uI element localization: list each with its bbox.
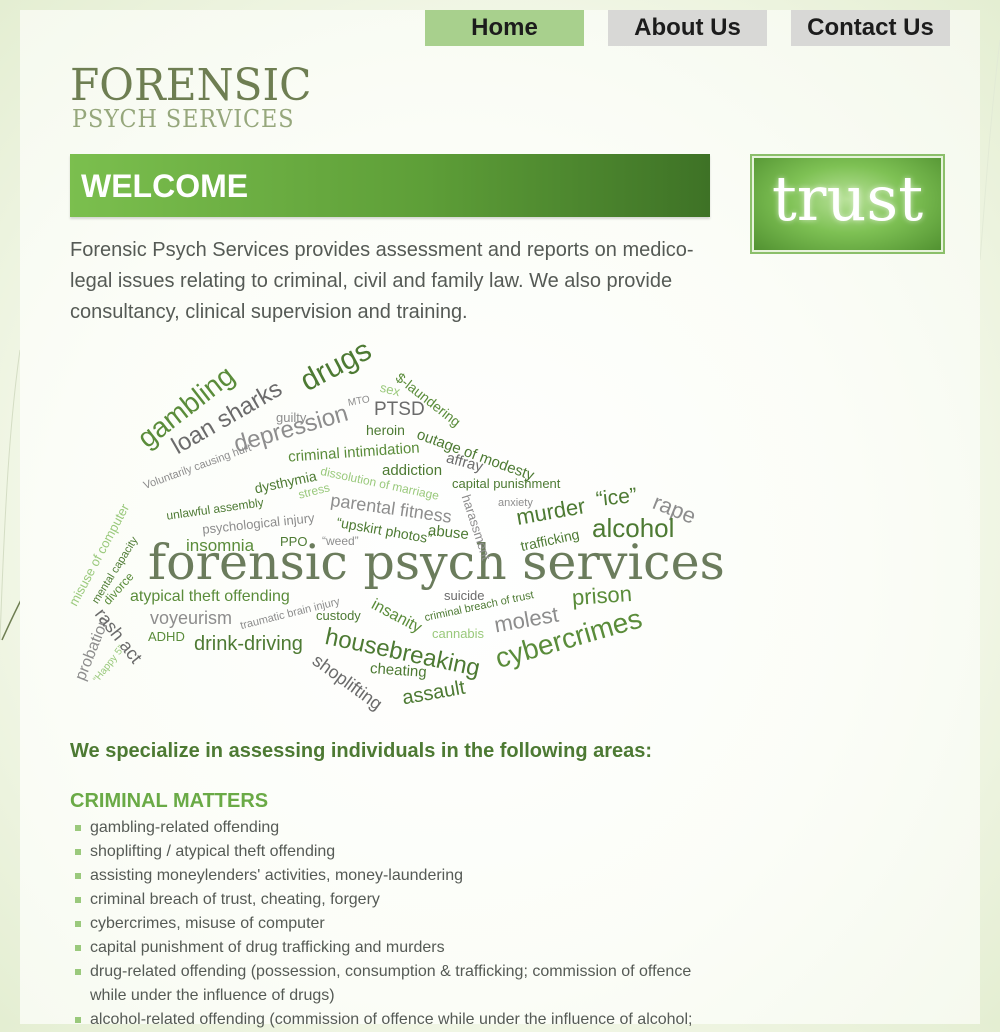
word-cloud: forensic psych services drugs gambling l… (66, 334, 730, 715)
cloud-word: custody (316, 608, 361, 623)
cloud-word: drugs (294, 333, 377, 398)
trust-badge-word: trust (771, 162, 924, 235)
cloud-word: voyeurism (150, 608, 233, 628)
list-item: gambling-related offending (70, 816, 710, 840)
logo-line1: FORENSIC (70, 60, 312, 111)
cloud-word: atypical theft offending (130, 588, 290, 605)
nav-about-link[interactable]: About Us (608, 10, 767, 46)
list-item: capital punishment of drug trafficking a… (70, 936, 710, 960)
cloud-word: guilty (276, 410, 307, 425)
criminal-matters-heading: CRIMINAL MATTERS (70, 790, 269, 812)
cloud-word: addiction (382, 462, 443, 479)
cloud-word: “weed” (322, 534, 359, 548)
cloud-word: drink-driving (194, 633, 303, 655)
list-item: cybercrimes, misuse of computer (70, 912, 710, 936)
list-item: alcohol-related offending (commission of… (70, 1008, 710, 1032)
specialize-heading: We specialize in assessing individuals i… (70, 740, 653, 762)
cloud-word: PPO (280, 534, 308, 549)
cloud-word: assault (400, 676, 467, 710)
cloud-word: insanity (368, 596, 425, 637)
list-item: assisting moneylenders' activities, mone… (70, 864, 710, 888)
cloud-word: capital punishment (452, 476, 561, 491)
intro-paragraph: Forensic Psych Services provides assessm… (70, 239, 694, 323)
welcome-banner: WELCOME (70, 154, 710, 217)
list-item: drug-related offending (possession, cons… (70, 960, 710, 1008)
list-item: shoplifting / atypical theft offending (70, 840, 710, 864)
cloud-word: alcohol (592, 513, 675, 543)
cloud-word: PTSD (374, 399, 425, 420)
main-nav: Home About Us Contact Us (20, 10, 980, 46)
page-container: Home About Us Contact Us FORENSIC PSYCH … (20, 10, 980, 1028)
site-logo[interactable]: FORENSIC PSYCH SERVICES (70, 64, 320, 134)
cloud-word: ADHD (148, 629, 185, 644)
cloud-word: abuse (427, 521, 470, 544)
logo-line2: PSYCH SERVICES (72, 105, 295, 133)
cloud-word: cannabis (432, 626, 485, 641)
trust-badge: trust (750, 154, 945, 254)
nav-contact-link[interactable]: Contact Us (791, 10, 950, 46)
cloud-word: “ice” (594, 483, 638, 512)
list-item: criminal breach of trust, cheating, forg… (70, 888, 710, 912)
cloud-word: insomnia (186, 536, 255, 555)
cloud-word: criminal intimidation (287, 439, 421, 466)
criminal-matters-list: gambling-related offending shoplifting /… (70, 816, 710, 1032)
nav-home-link[interactable]: Home (425, 10, 584, 46)
cloud-word: MTO (347, 394, 371, 409)
cloud-word: heroin (366, 422, 405, 438)
cloud-word: Voluntarily causing hurt (141, 441, 253, 492)
welcome-title: WELCOME (81, 168, 249, 204)
cloud-word: cheating (369, 660, 428, 681)
